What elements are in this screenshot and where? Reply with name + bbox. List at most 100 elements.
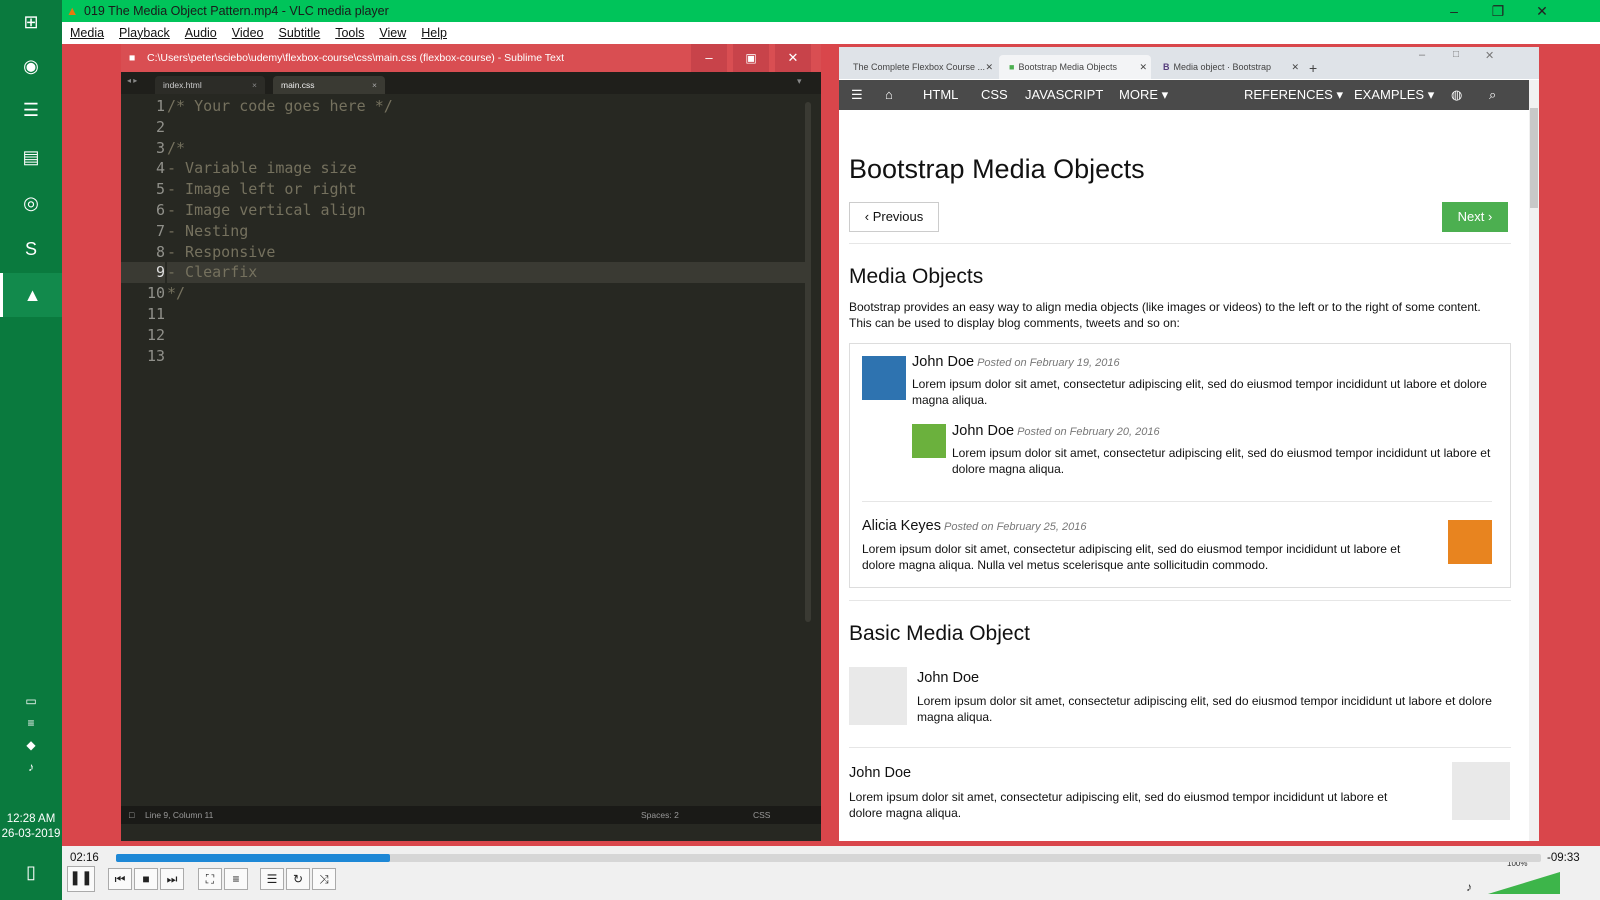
page-scrollbar[interactable] xyxy=(1529,80,1539,841)
elapsed-time[interactable]: 02:16 xyxy=(70,852,99,864)
next-media-button[interactable]: ⏭ xyxy=(160,868,184,890)
code-line[interactable]: - Image left or right xyxy=(167,179,807,200)
code-line-current[interactable]: - Clearfix xyxy=(167,262,807,284)
sublime-tab-bar: ◂ ▸ index.html × main.css × ▾ xyxy=(121,72,821,94)
code-line[interactable] xyxy=(167,304,807,325)
tab-index-html[interactable]: index.html × xyxy=(155,76,265,94)
status-syntax[interactable]: CSS xyxy=(753,806,770,824)
speaker-icon[interactable]: ♪ xyxy=(1466,880,1472,894)
nav-references[interactable]: REFERENCES ▾ xyxy=(1244,80,1343,110)
tab-close-icon[interactable]: × xyxy=(372,76,377,94)
home-icon[interactable]: ⌂ xyxy=(885,80,893,110)
security-icon[interactable]: ◆ xyxy=(0,734,62,756)
nav-css[interactable]: CSS xyxy=(981,80,1008,110)
comment-text: Lorem ipsum dolor sit amet, consectetur … xyxy=(952,446,1491,476)
tab-close-icon[interactable]: × xyxy=(252,76,257,94)
status-indent[interactable]: Spaces: 2 xyxy=(641,806,679,824)
tab-title: Media object · Bootstrap xyxy=(1173,62,1272,72)
menu-help[interactable]: Help xyxy=(421,26,447,40)
browser-close-button[interactable]: ✕ xyxy=(1485,49,1494,62)
code-line[interactable]: - Responsive xyxy=(167,242,807,263)
close-button[interactable]: ✕ xyxy=(1520,0,1564,22)
pause-button[interactable]: ❚❚ xyxy=(67,866,95,892)
playlist-button[interactable]: ☰ xyxy=(260,868,284,890)
minimize-button[interactable]: – xyxy=(1432,0,1476,22)
next-button[interactable]: Next › xyxy=(1442,202,1508,232)
editor-scrollbar[interactable] xyxy=(805,102,811,622)
previous-media-button[interactable]: ⏮ xyxy=(108,868,132,890)
code-line[interactable]: /* xyxy=(167,138,807,159)
tab-close-icon[interactable]: ✕ xyxy=(1291,55,1299,79)
new-tab-button[interactable]: + xyxy=(1309,60,1317,76)
battery-icon[interactable]: ▭ xyxy=(0,690,62,712)
vscode-icon[interactable]: ☰ xyxy=(0,88,62,132)
w3schools-navbar: ☰ ⌂ HTML CSS JAVASCRIPT MORE ▾ REFERENCE… xyxy=(839,80,1539,110)
extended-settings-button[interactable]: ≡ xyxy=(224,868,248,890)
volume-slider[interactable] xyxy=(1488,872,1560,894)
comment-author: John Doe Posted on February 20, 2016 xyxy=(952,423,1160,439)
system-clock[interactable]: 12:28 AM 26-03-2019 xyxy=(0,812,62,842)
code-line[interactable]: - Image vertical align xyxy=(167,200,807,221)
scrollbar-thumb[interactable] xyxy=(1530,108,1538,208)
browser-tab-flexbox-course[interactable]: The Complete Flexbox Course ... ✕ xyxy=(843,55,997,79)
sublime-minimize-button[interactable]: – xyxy=(691,44,727,72)
code-line[interactable] xyxy=(167,117,807,138)
code-line[interactable] xyxy=(167,346,807,367)
sublime-app-icon: ■ xyxy=(129,52,136,64)
menu-playback[interactable]: Playback xyxy=(119,26,170,40)
hamburger-menu-icon[interactable]: ☰ xyxy=(851,80,863,110)
browser-minimize-button[interactable]: – xyxy=(1419,49,1425,61)
nav-examples[interactable]: EXAMPLES ▾ xyxy=(1354,80,1434,110)
divider xyxy=(849,747,1511,748)
tab-close-icon[interactable]: ✕ xyxy=(1139,55,1147,79)
sublime-maximize-button[interactable]: ▣ xyxy=(733,44,769,72)
code-line[interactable]: - Nesting xyxy=(167,221,807,242)
volume-tray-icon[interactable]: ♪ xyxy=(0,756,62,778)
tab-label: main.css xyxy=(281,80,315,90)
tab-close-icon[interactable]: ✕ xyxy=(985,55,993,79)
status-panel-icon[interactable]: □ xyxy=(129,806,134,824)
menu-video[interactable]: Video xyxy=(232,26,264,40)
code-line[interactable] xyxy=(167,325,807,346)
sublime-window-title: C:\Users\peter\sciebo\udemy\flexbox-cour… xyxy=(147,52,565,64)
target-app-icon[interactable]: ◎ xyxy=(0,181,62,225)
previous-button[interactable]: ‹ Previous xyxy=(849,202,939,232)
menu-media[interactable]: Media xyxy=(70,26,104,40)
notifications-icon[interactable]: ▯ xyxy=(0,850,62,894)
browser-window: The Complete Flexbox Course ... ✕ ■ Boots… xyxy=(836,44,1542,844)
windows-start-icon[interactable]: ⊞ xyxy=(0,0,62,44)
chrome-icon[interactable]: ◉ xyxy=(0,44,62,88)
tab-dropdown-icon[interactable]: ▾ xyxy=(797,76,802,87)
code-line[interactable]: - Variable image size xyxy=(167,158,807,179)
network-icon[interactable]: ≡ xyxy=(0,712,62,734)
code-line[interactable]: /* Your code goes here */ xyxy=(167,96,807,117)
stop-button[interactable]: ■ xyxy=(134,868,158,890)
remaining-time[interactable]: -09:33 xyxy=(1547,852,1580,864)
tab-main-css[interactable]: main.css × xyxy=(273,76,385,94)
sublime-close-button[interactable]: ✕ xyxy=(775,44,811,72)
shuffle-button[interactable]: ⤨ xyxy=(312,868,336,890)
nav-more[interactable]: MORE ▾ xyxy=(1119,80,1168,110)
browser-maximize-button[interactable]: □ xyxy=(1453,49,1459,60)
menu-tools[interactable]: Tools xyxy=(335,26,364,40)
file-explorer-icon[interactable]: ▤ xyxy=(0,135,62,179)
code-line[interactable]: */ xyxy=(167,283,807,304)
menu-audio[interactable]: Audio xyxy=(185,26,217,40)
menu-view[interactable]: View xyxy=(379,26,406,40)
nav-javascript[interactable]: JAVASCRIPT xyxy=(1025,80,1103,110)
globe-icon[interactable]: ◍ xyxy=(1451,80,1462,110)
browser-tab-bootstrap-media-objects[interactable]: ■ Bootstrap Media Objects ✕ xyxy=(999,55,1151,79)
fullscreen-button[interactable]: ⛶ xyxy=(198,868,222,890)
nav-html[interactable]: HTML xyxy=(923,80,958,110)
tab-title: Bootstrap Media Objects xyxy=(1018,62,1117,72)
loop-button[interactable]: ↻ xyxy=(286,868,310,890)
sublime-text-icon[interactable]: S xyxy=(0,227,62,271)
tab-nav-arrows-icon[interactable]: ◂ ▸ xyxy=(127,76,137,85)
code-editor[interactable]: /* Your code goes here */ /* - Variable … xyxy=(167,96,807,804)
vlc-icon[interactable]: ▲ xyxy=(0,273,62,317)
browser-tab-bootstrap-docs[interactable]: B Media object · Bootstrap ✕ xyxy=(1153,55,1303,79)
avatar xyxy=(1448,520,1492,564)
restore-button[interactable]: ❐ xyxy=(1476,0,1520,22)
search-icon[interactable]: ⌕ xyxy=(1489,80,1496,110)
menu-subtitle[interactable]: Subtitle xyxy=(279,26,321,40)
